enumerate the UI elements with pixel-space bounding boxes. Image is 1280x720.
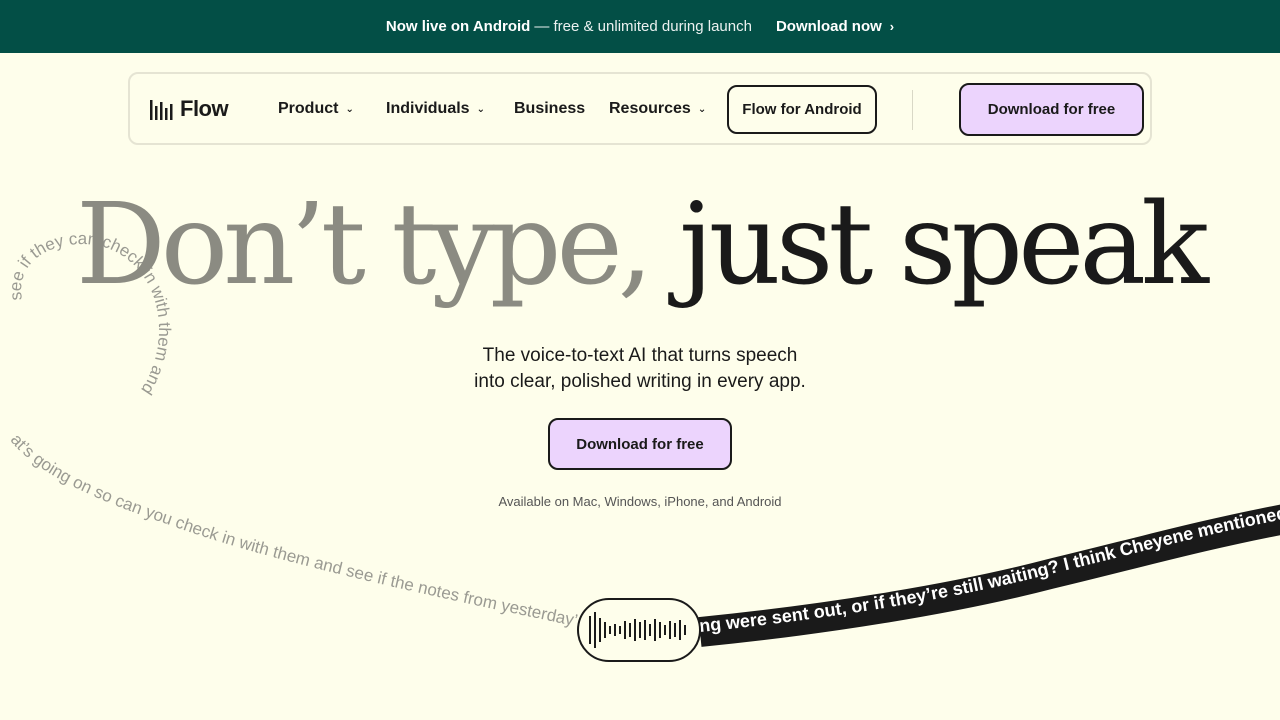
- nav-divider: [912, 90, 913, 130]
- nav-item-label: Individuals: [386, 100, 470, 117]
- voice-waveform-pill: [577, 598, 701, 662]
- waveform-icon: [589, 612, 686, 648]
- hero-subtitle: The voice-to-text AI that turns speech i…: [0, 343, 1280, 395]
- nav-item-label: Business: [514, 100, 586, 117]
- nav-item-individuals[interactable]: Individuals ⌄: [386, 98, 485, 120]
- subtitle-line1: The voice-to-text AI that turns speech: [482, 345, 798, 366]
- announcement-text: — free & unlimited during launch: [534, 18, 752, 35]
- waveform-bars-icon: [150, 98, 174, 120]
- announcement-bold-text: Now live on Android: [385, 18, 531, 35]
- hero-title-part1: Don’t type,: [75, 180, 653, 310]
- download-now-label: Download now: [775, 18, 882, 35]
- nav-item-resources[interactable]: Resources ⌄: [609, 98, 706, 120]
- chevron-down-icon: ⌄: [697, 104, 707, 115]
- flow-for-android-button[interactable]: Flow for Android: [727, 85, 877, 134]
- hero-download-button[interactable]: Download for free: [548, 418, 732, 470]
- chevron-right-icon: ›: [889, 19, 895, 34]
- logo-text: Flow: [180, 96, 229, 121]
- download-now-link[interactable]: Download now ›: [776, 18, 894, 35]
- nav-download-button[interactable]: Download for free: [959, 83, 1144, 136]
- nav-item-business[interactable]: Business: [514, 98, 585, 120]
- availability-text: Available on Mac, Windows, iPhone, and A…: [498, 494, 782, 509]
- chevron-down-icon: ⌄: [476, 104, 485, 115]
- nav-item-label: Resources: [609, 100, 691, 117]
- announcement-bar: Now live on Android — free & unlimited d…: [0, 0, 1280, 53]
- polished-text: ng were sent out, or if they’re still wa…: [698, 503, 1280, 636]
- hero-title-part2: just speak: [679, 180, 1209, 310]
- main-nav: Flow Product ⌄ Individuals ⌄ Business Re…: [128, 72, 1152, 145]
- chevron-down-icon: ⌄: [345, 104, 354, 115]
- flow-logo[interactable]: Flow: [150, 96, 229, 122]
- subtitle-line2: into clear, polished writing in every ap…: [474, 371, 806, 392]
- polished-text-ribbon: [698, 504, 1280, 647]
- nav-item-product[interactable]: Product ⌄: [278, 98, 354, 120]
- hero-title: Don’t type, just speak: [0, 178, 1280, 312]
- nav-item-label: Product: [278, 100, 339, 117]
